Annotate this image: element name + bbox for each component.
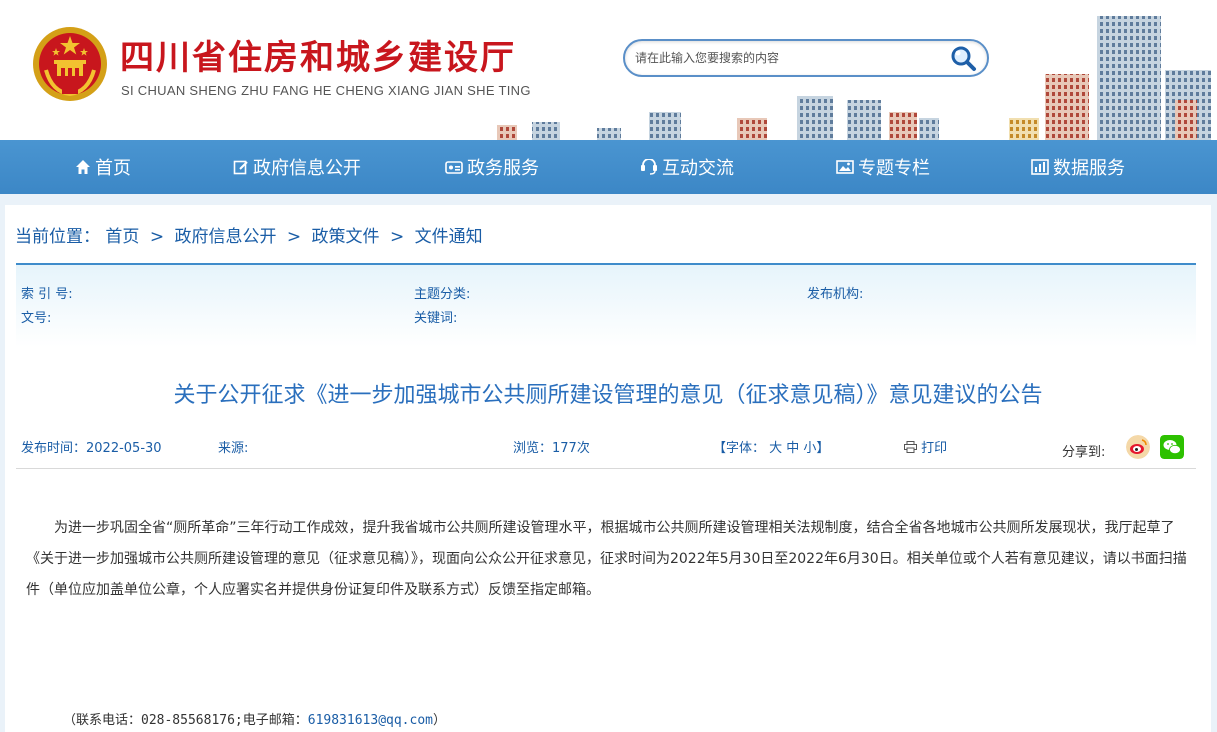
meta-keywords-label: 关键词:: [414, 311, 458, 326]
meta-publisher-label: 发布机构:: [807, 287, 864, 302]
service-icon: [445, 161, 463, 174]
interaction-icon: [641, 159, 657, 175]
document-meta-box: 索 引 号: 主题分类: 发布机构: 文号: 关键词:: [16, 263, 1196, 347]
meta-topic-label: 主题分类:: [414, 287, 471, 302]
content-panel: 当前位置： 首页 > 政府信息公开 > 政策文件 > 文件通知 索 引 号: 主…: [5, 205, 1211, 732]
main-nav: 首页 政府信息公开 政务服务 互动交流 专题专栏 数据服务: [0, 140, 1217, 194]
breadcrumb-separator: >: [286, 227, 302, 247]
breadcrumb-separator: >: [149, 227, 165, 247]
chart-icon: [1031, 159, 1049, 175]
publish-time: 发布时间：2022-05-30: [21, 441, 162, 456]
breadcrumb-label: 当前位置：: [15, 227, 100, 247]
article-body: 为进一步巩固全省“厕所革命”三年行动工作成效，提升我省城市公共厕所建设管理水平，…: [26, 520, 1187, 598]
home-icon: [76, 160, 90, 174]
nav-item-interaction[interactable]: 互动交流: [640, 140, 734, 194]
weibo-icon[interactable]: [1126, 435, 1150, 459]
article-title: 关于公开征求《进一步加强城市公共厕所建设管理的意见（征求意见稿）》意见建议的公告: [173, 383, 1043, 408]
share-label: 分享到:: [1062, 445, 1106, 460]
nav-item-label: 互动交流: [662, 158, 734, 179]
source-label: 来源:: [218, 441, 249, 456]
nav-item-services[interactable]: 政务服务: [445, 140, 539, 194]
contact-suffix: ）: [432, 713, 446, 728]
contact-info: （联系电话：028-85568176;电子邮箱：619831613@qq.com…: [63, 709, 446, 728]
nav-item-label: 政务服务: [467, 158, 539, 179]
nav-item-label: 首页: [95, 158, 131, 179]
meta-index-label: 索 引 号:: [21, 287, 73, 302]
breadcrumb-policy-docs[interactable]: 政策文件: [312, 227, 380, 247]
nav-item-data[interactable]: 数据服务: [1031, 140, 1125, 194]
nav-item-topics[interactable]: 专题专栏: [836, 140, 930, 194]
breadcrumb-gov-info[interactable]: 政府信息公开: [174, 227, 276, 247]
breadcrumb-separator: >: [389, 227, 405, 247]
font-size-switcher[interactable]: 【字体： 大 中 小】: [713, 437, 829, 456]
edit-icon: [233, 160, 248, 175]
print-button[interactable]: 打印: [904, 437, 947, 456]
nav-item-gov-info[interactable]: 政府信息公开: [233, 140, 361, 194]
wechat-icon[interactable]: [1160, 435, 1184, 459]
article-info-bar: 发布时间：2022-05-30 来源: 浏览：177次 【字体： 大 中 小】 …: [16, 435, 1196, 469]
view-count: 浏览：177次: [513, 441, 590, 456]
image-icon: [836, 160, 854, 174]
printer-icon: [904, 441, 917, 453]
nav-item-label: 政府信息公开: [253, 158, 361, 179]
nav-item-home[interactable]: 首页: [75, 140, 131, 194]
nav-item-label: 专题专栏: [858, 158, 930, 179]
contact-email-link[interactable]: 619831613@qq.com: [308, 713, 433, 728]
breadcrumb-home[interactable]: 首页: [105, 227, 139, 247]
print-label: 打印: [921, 441, 948, 456]
nav-item-label: 数据服务: [1053, 158, 1125, 179]
contact-phone: （联系电话：028-85568176;电子邮箱：: [63, 713, 308, 728]
meta-doc-no-label: 文号:: [21, 311, 52, 326]
breadcrumb: 当前位置： 首页 > 政府信息公开 > 政策文件 > 文件通知: [15, 222, 483, 247]
city-skyline-decoration: [497, 16, 1211, 140]
site-header: 四川省住房和城乡建设厅 SI CHUAN SHENG ZHU FANG HE C…: [0, 0, 1217, 140]
breadcrumb-notices[interactable]: 文件通知: [415, 227, 483, 247]
national-emblem-icon: [33, 27, 107, 101]
